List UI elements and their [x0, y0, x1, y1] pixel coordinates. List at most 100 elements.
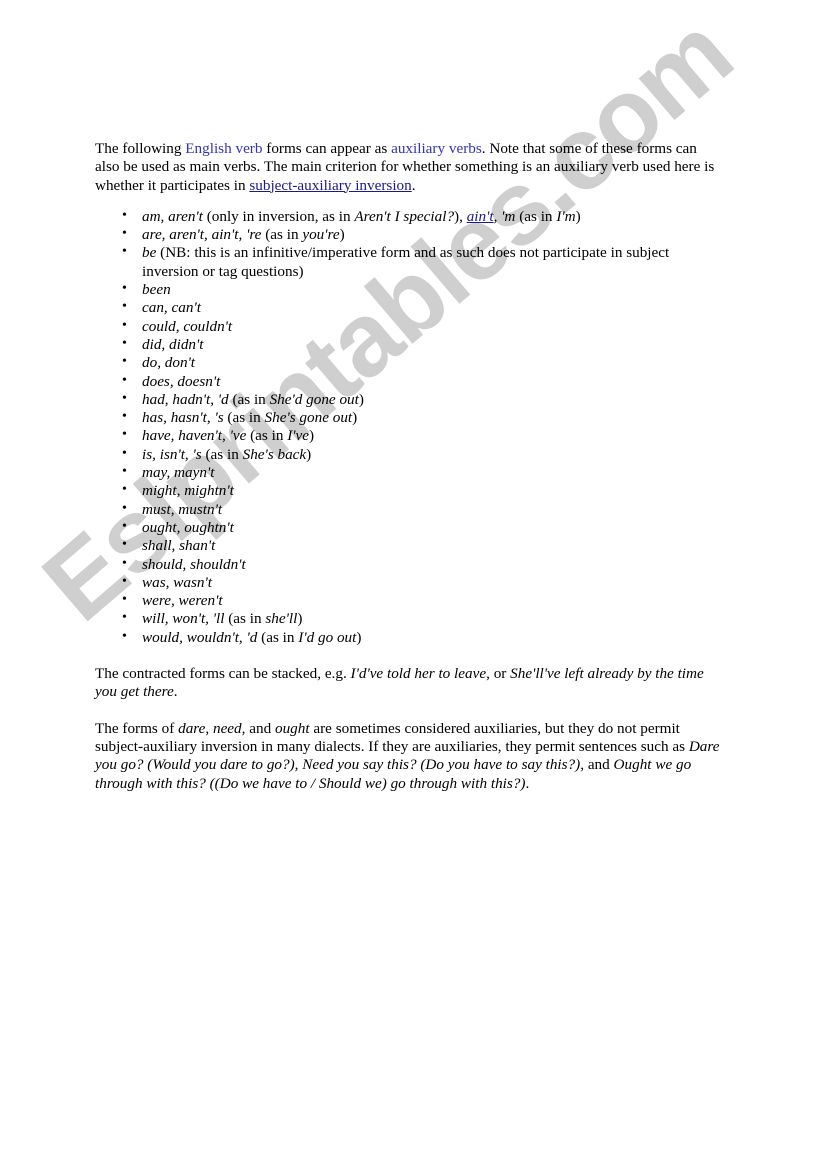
stacking-paragraph: The contracted forms can be stacked, e.g… [95, 665, 720, 702]
text-run: , and [241, 719, 275, 737]
text-run: (as in [261, 226, 303, 244]
italic-run: would, wouldn't, 'd [142, 628, 258, 646]
italic-run: I'm [556, 207, 576, 225]
link-auxiliary-verbs[interactable]: auxiliary verbs [391, 140, 482, 157]
italic-run: She's gone out [264, 409, 353, 427]
italic-run: will, won't, 'll [142, 610, 225, 628]
italic-run: did, didn't [142, 335, 204, 353]
italic-run: need [212, 719, 242, 737]
italic-run: does, doesn't [142, 372, 221, 390]
list-item: do, don't [95, 353, 720, 372]
text-run: (as in [224, 610, 266, 628]
document-body: The following English verb forms can app… [95, 140, 720, 793]
text-run: . [525, 774, 530, 792]
italic-run: ought, oughtn't [142, 518, 234, 536]
link-aint[interactable]: ain't [467, 208, 494, 225]
italic-run: has, hasn't, 's [142, 409, 224, 427]
text-run: (as in [228, 390, 270, 408]
italic-run: she'll [265, 610, 298, 628]
intro-text-segment-4: . [411, 176, 416, 194]
text-run: ) [339, 226, 345, 244]
document-page: The following English verb forms can app… [0, 0, 821, 1169]
list-item: was, wasn't [95, 573, 720, 592]
list-item: did, didn't [95, 335, 720, 354]
italic-run: was, wasn't [142, 573, 212, 591]
text-run: ) [356, 628, 362, 646]
italic-run: shall, shan't [142, 537, 216, 555]
intro-paragraph: The following English verb forms can app… [95, 140, 720, 195]
text-run: (as in [201, 445, 243, 463]
italic-run: could, couldn't [142, 317, 233, 335]
list-item: are, aren't, ain't, 're (as in you're) [95, 225, 720, 244]
list-item: will, won't, 'll (as in she'll) [95, 609, 720, 628]
list-item: can, can't [95, 298, 720, 317]
dare-need-ought-paragraph: The forms of dare, need, and ought are s… [95, 720, 720, 793]
italic-run: do, don't [142, 354, 196, 372]
italic-run: I've [287, 427, 310, 445]
italic-run: can, can't [142, 299, 201, 317]
list-item: has, hasn't, 's (as in She's gone out) [95, 408, 720, 427]
italic-run: She's back [242, 445, 307, 463]
list-item: been [95, 280, 720, 299]
list-item: have, haven't, 've (as in I've) [95, 426, 720, 445]
list-item: does, doesn't [95, 372, 720, 391]
link-subject-auxiliary-inversion[interactable]: subject-auxiliary inversion [249, 177, 411, 194]
text-run: ) [306, 445, 312, 463]
text-run: (only in inversion, as in [202, 207, 355, 225]
list-item: would, wouldn't, 'd (as in I'd go out) [95, 628, 720, 647]
list-item: must, mustn't [95, 500, 720, 519]
text-run: ) [309, 427, 315, 445]
text-run: , [205, 719, 213, 737]
text-run: ) [297, 610, 303, 628]
list-item: were, weren't [95, 591, 720, 610]
italic-run: were, weren't [142, 592, 223, 610]
italic-run: should, shouldn't [142, 555, 246, 573]
italic-run: I'd've told her to leave [350, 665, 487, 683]
italic-run: you're [302, 226, 340, 244]
italic-run: might, mightn't [142, 482, 234, 500]
auxiliary-forms-list: am, aren't (only in inversion, as in Are… [95, 207, 720, 647]
list-item: am, aren't (only in inversion, as in Are… [95, 207, 720, 226]
italic-run: are, aren't, ain't, 're [142, 226, 262, 244]
italic-run: Aren't I special? [354, 207, 455, 225]
italic-run: 'm [501, 207, 516, 225]
text-run: , or [486, 665, 511, 683]
text-run: (as in [246, 427, 288, 445]
text-run: ) [352, 409, 358, 427]
text-run: , and [580, 756, 614, 774]
list-item: ought, oughtn't [95, 518, 720, 537]
text-run: ) [358, 390, 364, 408]
intro-text-segment-2: forms can appear as [262, 140, 392, 157]
text-run: (as in [515, 207, 557, 225]
intro-text-segment-1: The following [95, 140, 186, 157]
italic-run: had, hadn't, 'd [142, 390, 229, 408]
italic-run: am, aren't [142, 207, 203, 225]
italic-run: must, mustn't [142, 500, 223, 518]
text-run: (NB: this is an infinitive/imperative fo… [142, 244, 670, 280]
italic-run: is, isn't, 's [142, 445, 202, 463]
italic-run: I'd go out [298, 628, 357, 646]
italic-run: be [142, 244, 157, 262]
list-item: had, hadn't, 'd (as in She'd gone out) [95, 390, 720, 409]
italic-run: dare [178, 719, 206, 737]
text-run: (as in [257, 628, 299, 646]
list-item: could, couldn't [95, 317, 720, 336]
link-english-verb[interactable]: English verb [185, 140, 262, 157]
text-run: . [173, 683, 178, 701]
text-run: The contracted forms can be stacked, e.g… [95, 665, 351, 683]
text-run: ), [454, 207, 467, 225]
text-run: (as in [223, 409, 265, 427]
list-item: should, shouldn't [95, 555, 720, 574]
text-run: The forms of [95, 719, 179, 737]
list-item: is, isn't, 's (as in She's back) [95, 445, 720, 464]
italic-run: been [142, 281, 171, 299]
text-run: ) [575, 207, 581, 225]
list-item: shall, shan't [95, 536, 720, 555]
italic-run: ought [274, 719, 310, 737]
italic-run: have, haven't, 've [142, 427, 247, 445]
italic-run: may, mayn't [142, 464, 215, 482]
list-item: be (NB: this is an infinitive/imperative… [95, 243, 720, 281]
italic-run: She'd gone out [269, 390, 359, 408]
list-item: might, mightn't [95, 481, 720, 500]
list-item: may, mayn't [95, 463, 720, 482]
